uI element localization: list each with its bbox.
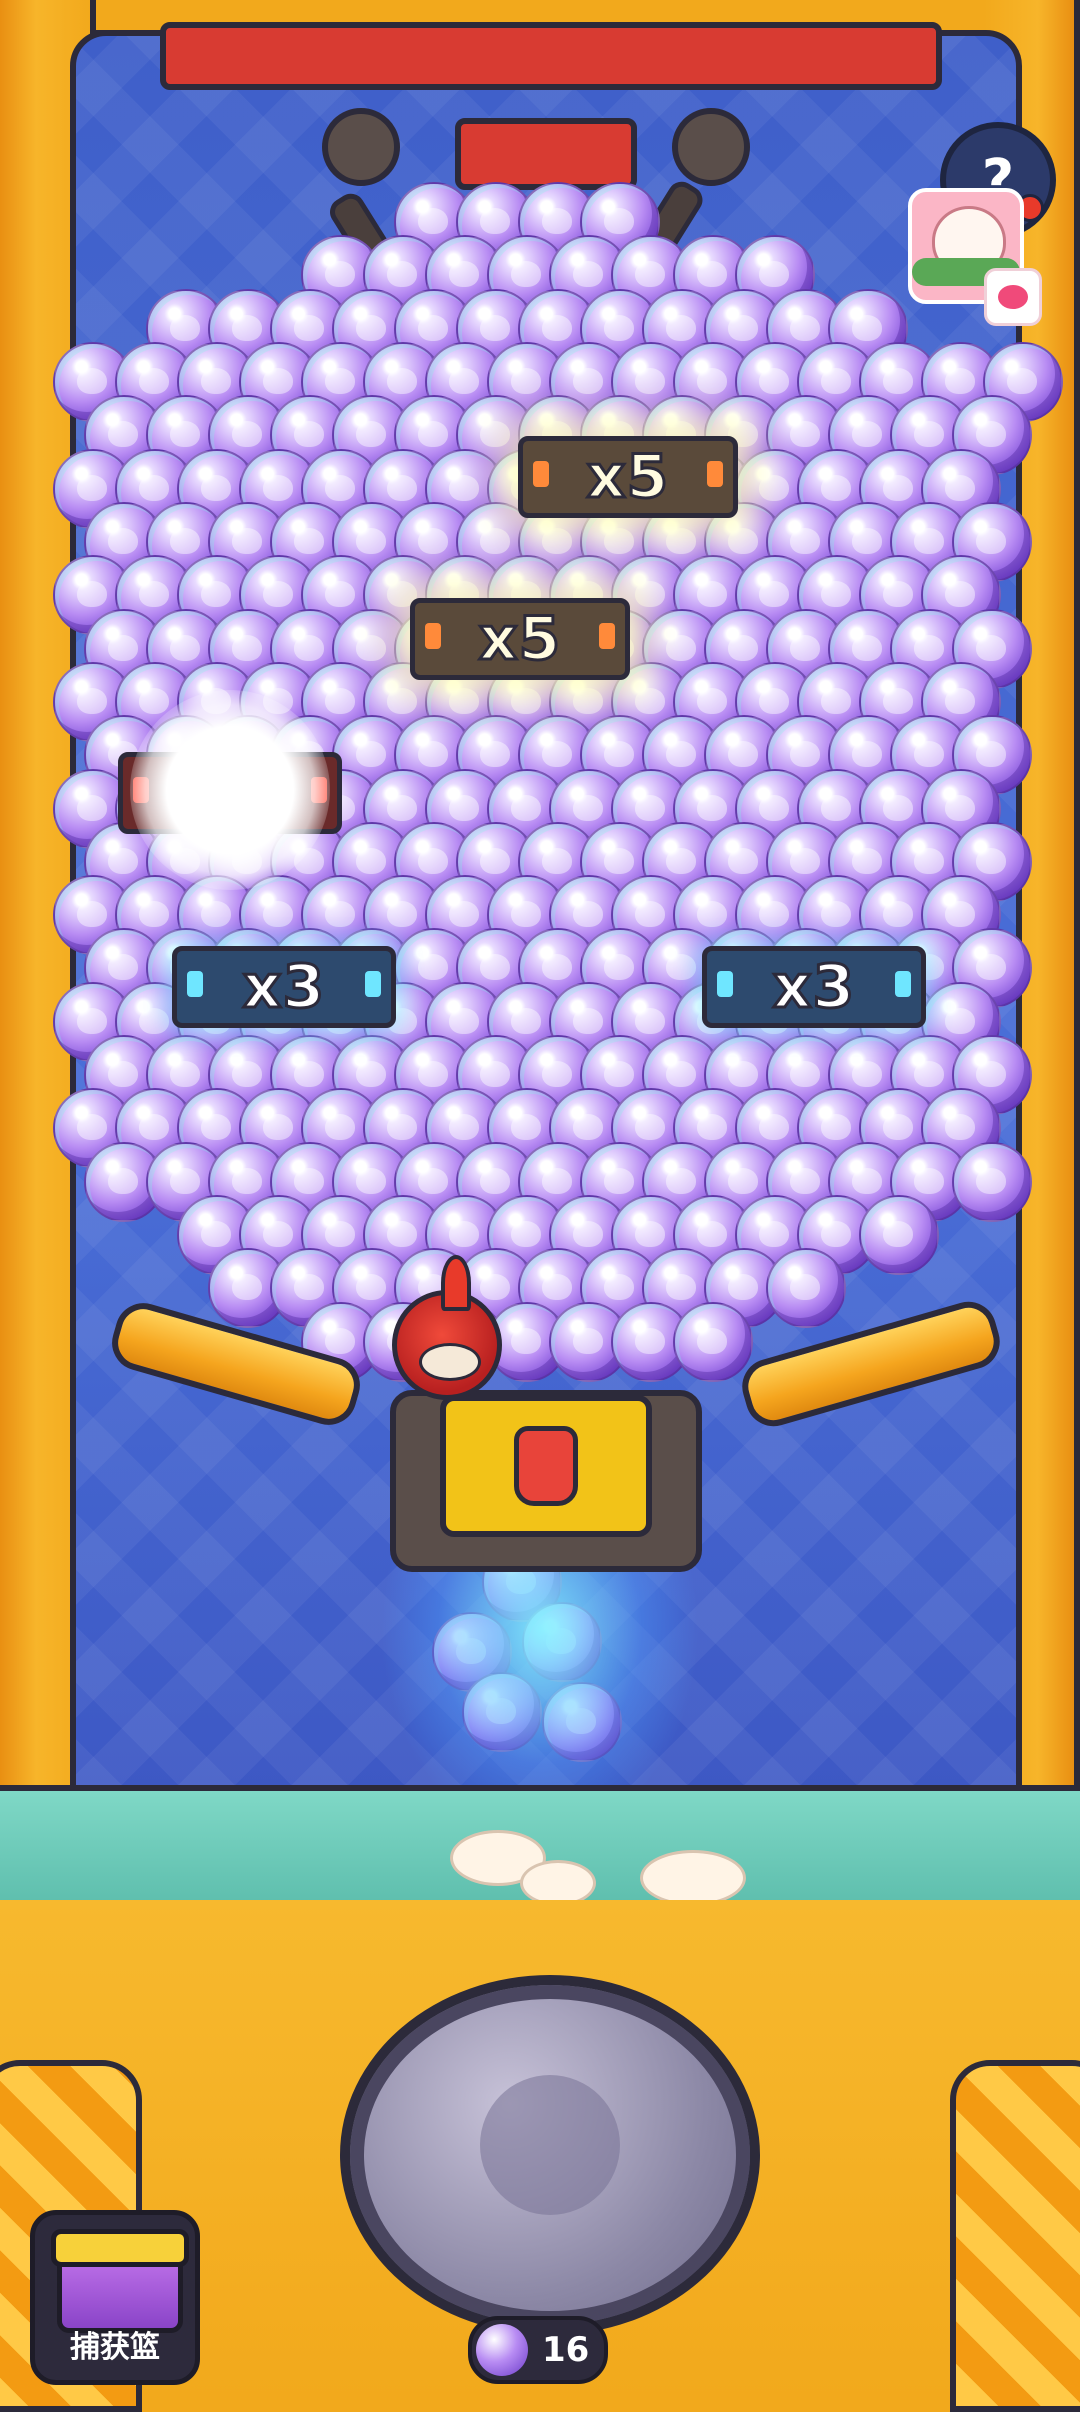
multiplier-x3-left: x3 — [172, 946, 396, 1028]
capture-dome — [340, 1975, 760, 2335]
capture-basket-label: 捕获篮 — [70, 2330, 160, 2365]
claw-hub — [455, 118, 637, 190]
multiplier-x5-middle: x5 — [410, 598, 630, 680]
multiplier-x3-right: x3 — [702, 946, 926, 1028]
gear-icon — [672, 108, 750, 186]
paw-ball-icon — [476, 2324, 528, 2376]
hit-flash — [130, 690, 330, 890]
sun-emblem-icon — [480, 2075, 620, 2215]
dust-puff — [640, 1850, 746, 1906]
paw-icon — [514, 1426, 578, 1506]
red-bird-character — [392, 1255, 502, 1400]
launcher-plate — [440, 1395, 652, 1537]
capture-basket-button[interactable]: 捕获篮 — [30, 2210, 200, 2385]
ball-counter: 16 — [468, 2316, 608, 2384]
multiplier-x5-top: x5 — [518, 436, 738, 518]
machine-top-bar — [160, 22, 942, 90]
bottom-stripe-right — [950, 2060, 1080, 2412]
gear-icon — [322, 108, 400, 186]
ball-count: 16 — [542, 2330, 590, 2370]
chat-icon[interactable] — [984, 268, 1042, 326]
